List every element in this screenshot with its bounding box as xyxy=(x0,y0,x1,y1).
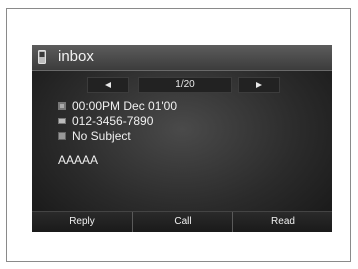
message-pager: 1/20 xyxy=(32,77,332,93)
message-datetime: 00:00PM Dec 01'00 xyxy=(72,99,178,113)
message-body: AAAAA xyxy=(58,153,99,167)
next-message-button[interactable] xyxy=(238,77,280,93)
action-bar: Reply Call Read xyxy=(32,211,332,232)
subject-icon xyxy=(58,132,66,140)
left-arrow-icon xyxy=(105,82,111,88)
call-button[interactable]: Call xyxy=(132,212,233,232)
message-screen: inbox 1/20 00:00PM Dec 01'00 012-3456-78… xyxy=(32,45,332,232)
previous-message-button[interactable] xyxy=(87,77,129,93)
read-button[interactable]: Read xyxy=(232,212,332,232)
message-counter: 1/20 xyxy=(138,77,232,93)
message-subject: No Subject xyxy=(72,129,131,143)
title-bar: inbox xyxy=(32,45,332,71)
reply-button[interactable]: Reply xyxy=(32,212,132,232)
right-arrow-icon xyxy=(256,82,262,88)
contact-icon xyxy=(58,118,66,124)
phone-icon xyxy=(38,50,46,64)
message-sender: 012-3456-7890 xyxy=(72,114,154,128)
page-title: inbox xyxy=(58,48,94,65)
clock-icon xyxy=(58,102,66,110)
